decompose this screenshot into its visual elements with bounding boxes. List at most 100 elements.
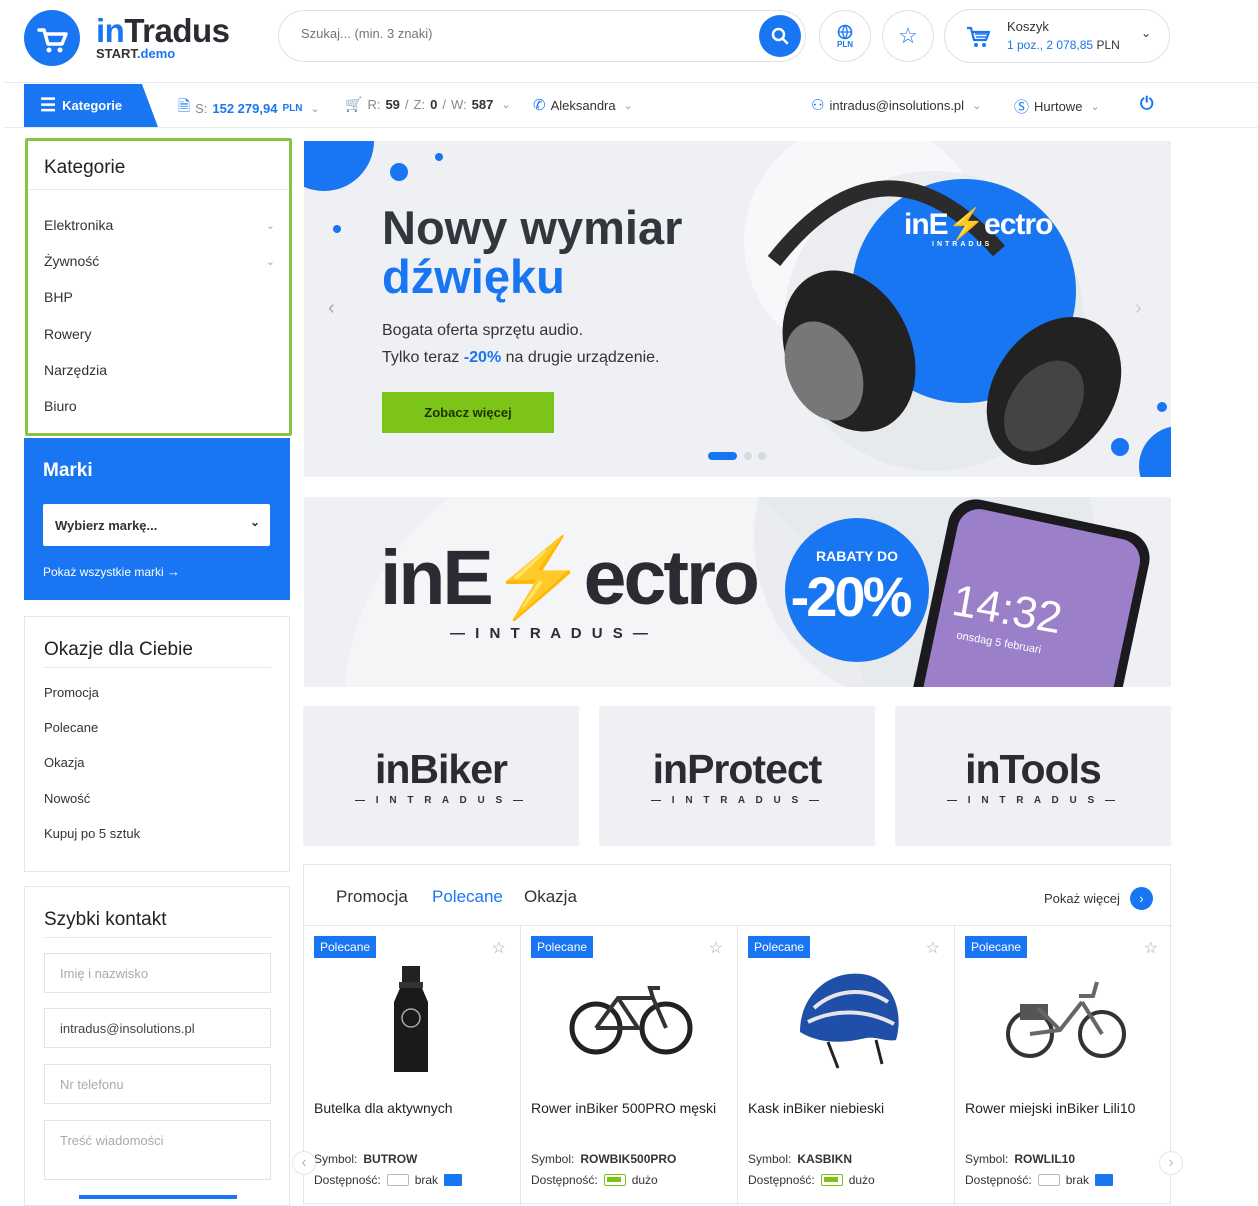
category-item[interactable]: Elektronika: [44, 217, 113, 233]
battery-empty-icon: [1037, 1174, 1060, 1186]
brand-tile-inprotect[interactable]: inProtect — I N T R A D U S —: [599, 706, 875, 846]
all-brands-link[interactable]: Pokaż wszystkie marki →: [43, 564, 180, 579]
lightning-icon: ⚡: [947, 208, 985, 241]
hero-discount: -20%: [463, 349, 502, 366]
product-tag: Polecane: [748, 936, 811, 958]
bottle-image: [394, 966, 428, 1072]
cart-button[interactable]: Koszyk 1 poz., 2 078,85 PLN ⌄: [944, 9, 1170, 63]
chevron-left-icon[interactable]: ‹: [328, 297, 335, 320]
deal-link[interactable]: Polecane: [44, 720, 98, 735]
symbol-label: Symbol:: [531, 1152, 575, 1166]
categories-menu-button[interactable]: ☰ Kategorie: [24, 84, 158, 127]
brand-tile-inbiker[interactable]: inBiker — I N T R A D U S —: [303, 706, 579, 846]
favorites-button[interactable]: ☆: [882, 10, 934, 62]
promo-logo-b: ectro: [583, 535, 760, 621]
category-item[interactable]: Rowery: [44, 326, 91, 342]
category-item[interactable]: Żywność: [44, 253, 99, 269]
slider-dot[interactable]: [758, 452, 766, 460]
phone-field[interactable]: Nr telefonu: [44, 1064, 271, 1104]
lightning-icon: ⚡: [490, 535, 587, 621]
deal-link[interactable]: Promocja: [44, 685, 99, 700]
category-item[interactable]: Biuro: [44, 398, 77, 414]
tab-okazja[interactable]: Okazja: [524, 887, 577, 907]
symbol-label: Symbol:: [314, 1152, 358, 1166]
dollar-circle-icon: Ⓢ: [1014, 99, 1030, 116]
product-tag: Polecane: [531, 936, 594, 958]
see-more-button[interactable]: Zobacz więcej: [382, 392, 554, 433]
battery-empty-icon: [386, 1174, 409, 1186]
product-card[interactable]: Polecane ☆ Butelka dla aktywnych Symbol:…: [304, 925, 521, 1205]
search-button[interactable]: [759, 15, 801, 57]
tab-polecane[interactable]: Polecane: [432, 887, 503, 907]
all-brands-link-label: Pokaż wszystkie marki: [43, 565, 164, 579]
availability-label: Dostępność:: [314, 1173, 381, 1187]
hero-banner[interactable]: inE⚡ectro INTRADUS Nowy wymiar dźwięku Bo…: [304, 141, 1171, 477]
deal-link[interactable]: Kupuj po 5 sztuk: [44, 826, 140, 841]
tab-promocja[interactable]: Promocja: [336, 887, 408, 907]
categories-menu-label: Kategorie: [62, 98, 123, 113]
phone-icon: ✆: [533, 97, 546, 114]
balance-menu[interactable]: 🗎 S: 152 279,94 PLN ⌄: [178, 96, 320, 121]
discount-badge: RABATY DO -20%: [785, 518, 929, 662]
brand-tile-intools[interactable]: inTools — I N T R A D U S —: [895, 706, 1171, 846]
chevron-left-icon[interactable]: ‹: [292, 1151, 316, 1175]
chevron-right-icon[interactable]: ›: [1159, 1151, 1183, 1175]
deal-link[interactable]: Nowość: [44, 791, 90, 806]
product-name[interactable]: Kask inBiker niebieski: [748, 1100, 884, 1116]
contact-person-menu[interactable]: ✆ Aleksandra ⌄: [533, 96, 633, 114]
user-menu[interactable]: ⚇ intradus@insolutions.pl ⌄: [811, 96, 981, 114]
mail-icon[interactable]: [1095, 1174, 1114, 1186]
availability-value: dużo: [631, 1173, 658, 1187]
product-name[interactable]: Butelka dla aktywnych: [314, 1100, 453, 1116]
orders-w-label: W:: [450, 97, 467, 112]
star-icon[interactable]: ☆: [492, 938, 506, 958]
product-name[interactable]: Rower inBiker 500PRO męski: [531, 1100, 716, 1116]
brand-select[interactable]: Wybierz markę... ⌄: [43, 504, 270, 546]
slider-dot[interactable]: [744, 452, 752, 460]
category-item[interactable]: Narzędzia: [44, 362, 107, 378]
bike-image: [569, 986, 693, 1055]
send-button[interactable]: [79, 1195, 237, 1199]
mail-icon[interactable]: [444, 1174, 463, 1186]
balance-prefix: S:: [195, 101, 208, 116]
category-item[interactable]: BHP: [44, 289, 73, 305]
product-card[interactable]: Polecane ☆ Rower inBiker 500PRO męski Sy…: [521, 925, 738, 1205]
currency-button[interactable]: PLN: [819, 10, 871, 62]
chevron-down-icon[interactable]: ⌄: [266, 255, 275, 268]
deal-link[interactable]: Okazja: [44, 755, 84, 770]
availability-value: brak: [1065, 1173, 1090, 1187]
product-name[interactable]: Rower miejski inBiker Lili10: [965, 1100, 1135, 1116]
categories-panel: Kategorie Elektronika ⌄ Żywność ⌄ BHP Ro…: [25, 138, 292, 436]
star-icon[interactable]: ☆: [926, 938, 940, 958]
product-card[interactable]: Polecane ☆ Rower miejski inBiker Lili10 …: [955, 925, 1172, 1205]
arrow-right-icon: →: [167, 564, 181, 579]
logo-name-part1: in: [96, 12, 125, 49]
logo[interactable]: inTradus START.demo: [24, 10, 254, 66]
orders-menu[interactable]: 🛒 R: 59/ Z: 0/ W: 587 ⌄: [345, 96, 511, 113]
cart-currency: PLN: [1096, 38, 1120, 52]
chevron-down-icon: ⌄: [249, 515, 260, 529]
chevron-right-icon: ›: [1129, 887, 1153, 910]
promo-banner[interactable]: inE⚡ectro — I N T R A D U S — RABATY DO …: [304, 497, 1171, 687]
brands-title: Marki: [43, 460, 93, 481]
chevron-right-icon[interactable]: ›: [1135, 297, 1142, 320]
name-field[interactable]: Imię i nazwisko: [44, 953, 271, 993]
deals-title: Okazje dla Ciebie: [44, 639, 193, 660]
chevron-down-icon[interactable]: ⌄: [266, 219, 275, 232]
price-mode-menu[interactable]: Ⓢ Hurtowe ⌄: [1014, 96, 1100, 117]
discount-badge-value: -20%: [790, 565, 913, 628]
chevron-down-icon: ⌄: [623, 99, 633, 112]
message-field[interactable]: Treść wiadomości: [44, 1120, 271, 1180]
search-input[interactable]: [301, 26, 741, 41]
logout-button[interactable]: ⏻: [1140, 94, 1153, 114]
star-icon[interactable]: ☆: [709, 938, 723, 958]
email-field[interactable]: intradus@insolutions.pl: [44, 1008, 271, 1048]
show-more-link[interactable]: Pokaż więcej ›: [1044, 887, 1153, 910]
product-symbol: ROWLIL10: [1014, 1152, 1076, 1166]
promo-logo-a: inE: [380, 535, 494, 621]
star-icon[interactable]: ☆: [1144, 938, 1158, 958]
slider-dot-active[interactable]: [708, 452, 737, 460]
product-card[interactable]: Polecane ☆ Kask inBiker niebieski Symbol…: [738, 925, 955, 1205]
availability-value: dużo: [848, 1173, 875, 1187]
hamburger-icon: ☰: [40, 95, 57, 115]
